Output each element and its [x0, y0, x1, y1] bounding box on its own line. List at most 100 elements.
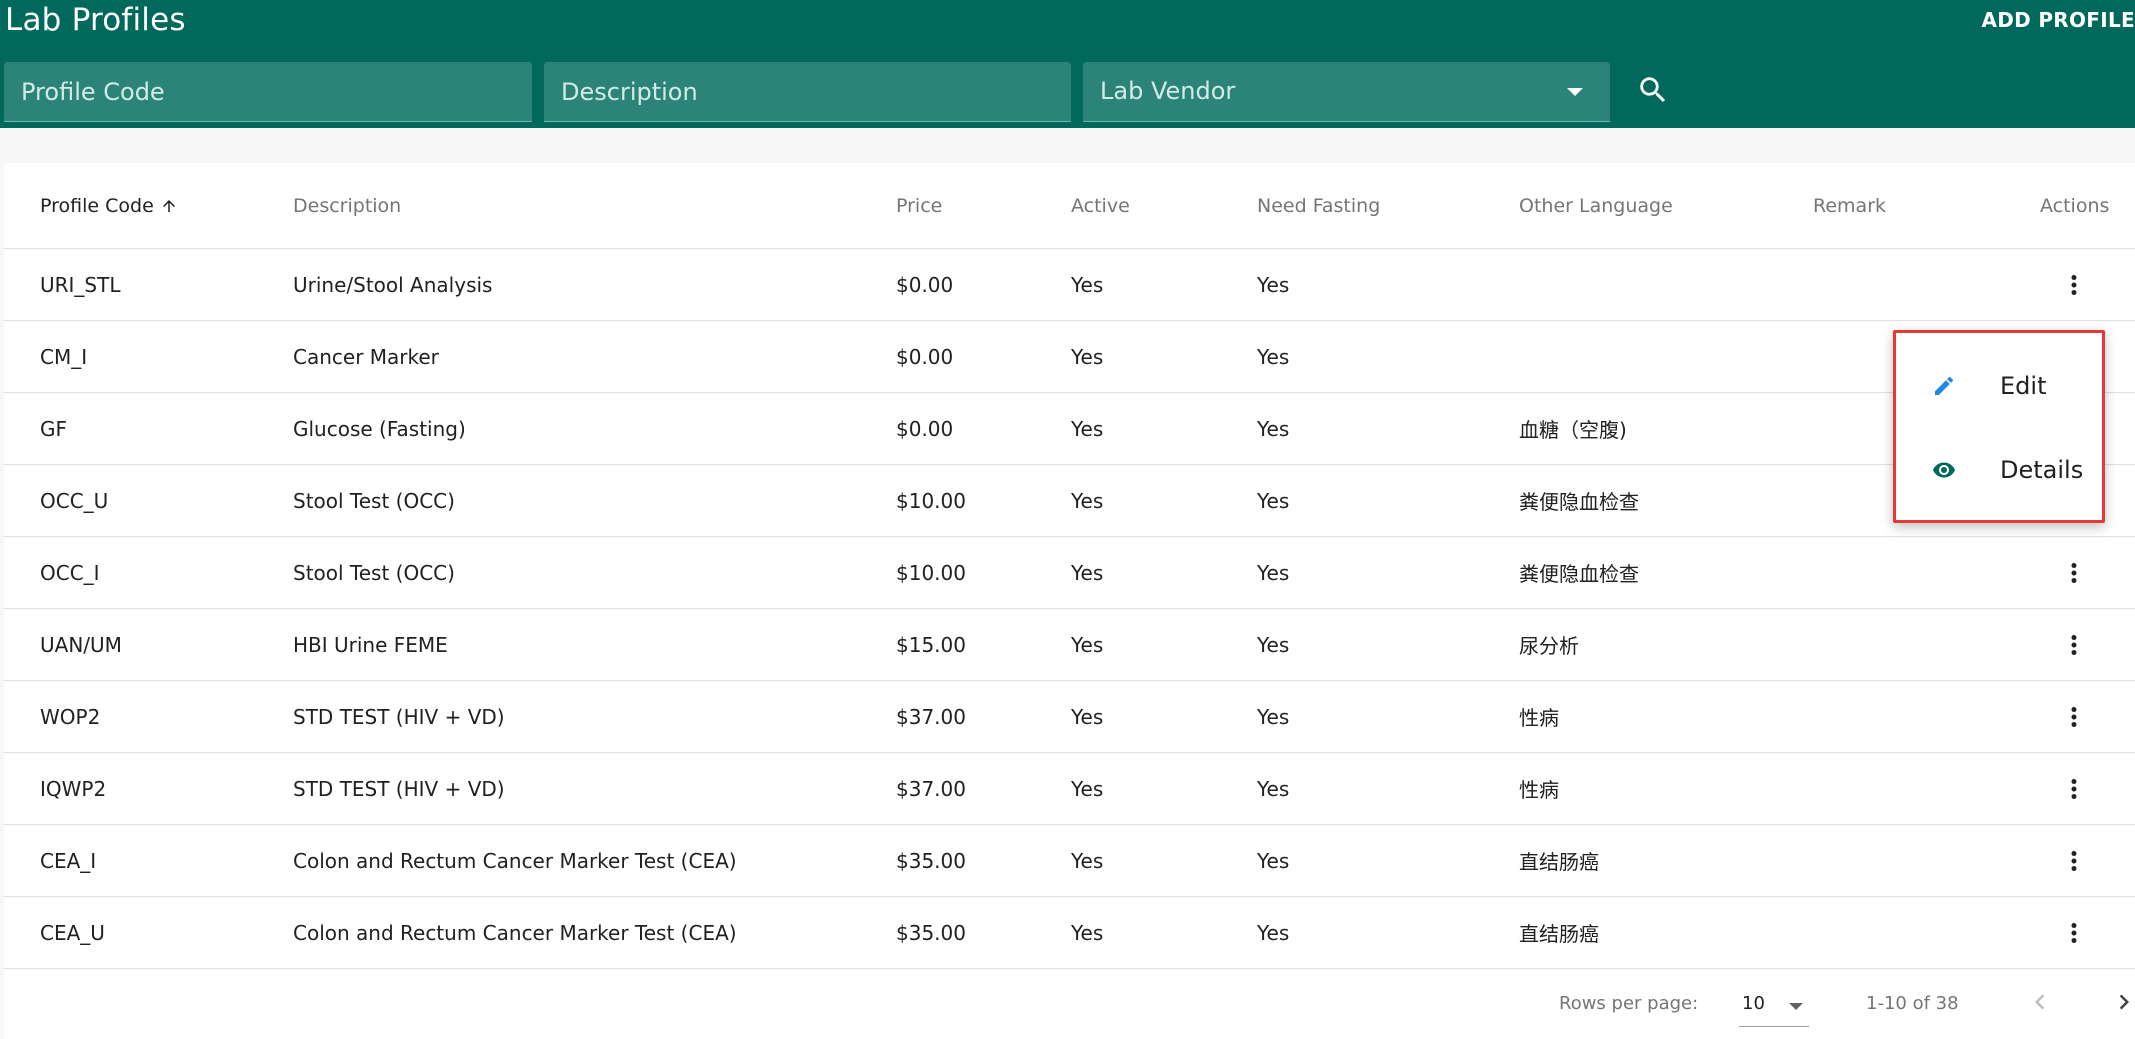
- column-header-description[interactable]: Description: [293, 163, 401, 248]
- cell-active: Yes: [1071, 776, 1104, 801]
- search-button[interactable]: [1632, 70, 1674, 112]
- cell-description: Glucose (Fasting): [293, 416, 466, 441]
- cell-profile-code: IQWP2: [40, 776, 107, 801]
- cell-description: Colon and Rectum Cancer Marker Test (CEA…: [293, 848, 737, 873]
- cell-active: Yes: [1071, 848, 1104, 873]
- description-input[interactable]: [544, 62, 1071, 121]
- sort-ascending-icon: [160, 197, 178, 215]
- rows-per-page-value: 10: [1742, 993, 1765, 1014]
- cell-other-language: 粪便隐血检查: [1519, 562, 1639, 586]
- table-row: CM_I Cancer Marker $0.00 Yes Yes: [4, 321, 2135, 393]
- cell-price: $10.00: [896, 488, 966, 513]
- lab-vendor-label: Lab Vendor: [1100, 77, 1236, 105]
- cell-other-language: 粪便隐血检查: [1519, 490, 1639, 514]
- cell-description: STD TEST (HIV + VD): [293, 704, 505, 729]
- cell-other-language: 直结肠癌: [1519, 922, 1599, 946]
- cell-profile-code: OCC_U: [40, 488, 109, 513]
- cell-active: Yes: [1071, 488, 1104, 513]
- cell-need-fasting: Yes: [1257, 704, 1290, 729]
- more-vert-icon: [2071, 563, 2077, 583]
- cell-price: $37.00: [896, 776, 966, 801]
- next-page-button[interactable]: [2109, 987, 2135, 1017]
- cell-active: Yes: [1071, 920, 1104, 945]
- column-header-active[interactable]: Active: [1071, 163, 1130, 248]
- table-row: GF Glucose (Fasting) $0.00 Yes Yes 血糖（空腹): [4, 393, 2135, 465]
- more-actions-button[interactable]: [2058, 557, 2090, 589]
- more-actions-button[interactable]: [2058, 269, 2090, 301]
- cell-other-language: 血糖（空腹): [1519, 418, 1627, 442]
- table-row: WOP2 STD TEST (HIV + VD) $37.00 Yes Yes 性病: [4, 681, 2135, 753]
- cell-description: Stool Test (OCC): [293, 488, 455, 513]
- cell-profile-code: CM_I: [40, 344, 88, 369]
- cell-other-language: 尿分析: [1519, 634, 1579, 658]
- more-vert-icon: [2071, 707, 2077, 727]
- more-vert-icon: [2071, 851, 2077, 871]
- cell-active: Yes: [1071, 704, 1104, 729]
- cell-need-fasting: Yes: [1257, 488, 1290, 513]
- cell-price: $0.00: [896, 344, 954, 369]
- cell-description: Cancer Marker: [293, 344, 439, 369]
- cell-active: Yes: [1071, 560, 1104, 585]
- cell-description: Stool Test (OCC): [293, 560, 455, 585]
- cell-need-fasting: Yes: [1257, 848, 1290, 873]
- app-header: Lab Profiles ADD PROFILE Lab Vendor: [0, 0, 2135, 128]
- cell-description: HBI Urine FEME: [293, 632, 448, 657]
- table-row: UAN/UM HBI Urine FEME $15.00 Yes Yes 尿分析: [4, 609, 2135, 681]
- table-row: URI_STL Urine/Stool Analysis $0.00 Yes Yes: [4, 249, 2135, 321]
- cell-need-fasting: Yes: [1257, 416, 1290, 441]
- cell-other-language: 性病: [1519, 706, 1559, 730]
- eye-icon: [1933, 462, 1955, 478]
- search-icon: [1640, 76, 1666, 102]
- more-actions-button[interactable]: [2058, 845, 2090, 877]
- row-actions-menu: Edit Details: [1893, 330, 2105, 523]
- cell-profile-code: URI_STL: [40, 272, 121, 297]
- cell-profile-code: OCC_I: [40, 560, 100, 585]
- more-actions-button[interactable]: [2058, 917, 2090, 949]
- menu-item-label: Edit: [2000, 372, 2047, 400]
- rows-per-page-select[interactable]: 10: [1739, 981, 1809, 1027]
- table-row: CEA_I Colon and Rectum Cancer Marker Test…: [4, 825, 2135, 897]
- caret-down-icon: [1567, 88, 1583, 96]
- cell-price: $0.00: [896, 416, 954, 441]
- cell-active: Yes: [1071, 272, 1104, 297]
- previous-page-button[interactable]: [2025, 987, 2055, 1017]
- pencil-icon: [1935, 376, 1954, 395]
- menu-item-details[interactable]: Details: [1896, 430, 2102, 510]
- cell-price: $15.00: [896, 632, 966, 657]
- menu-item-edit[interactable]: Edit: [1896, 346, 2102, 426]
- cell-profile-code: GF: [40, 416, 68, 441]
- more-actions-button[interactable]: [2058, 629, 2090, 661]
- cell-price: $37.00: [896, 704, 966, 729]
- more-actions-button[interactable]: [2058, 701, 2090, 733]
- table-header-row: Profile Code Description Price Active Ne…: [4, 163, 2135, 249]
- cell-price: $35.00: [896, 848, 966, 873]
- column-header-need-fasting[interactable]: Need Fasting: [1257, 163, 1380, 248]
- cell-profile-code: WOP2: [40, 704, 101, 729]
- profile-code-filter[interactable]: [4, 62, 532, 122]
- cell-other-language: 性病: [1519, 778, 1559, 802]
- cell-description: Urine/Stool Analysis: [293, 272, 493, 297]
- chevron-left-icon: [2035, 994, 2045, 1010]
- cell-profile-code: CEA_I: [40, 848, 97, 873]
- cell-description: Colon and Rectum Cancer Marker Test (CEA…: [293, 920, 737, 945]
- profile-code-input[interactable]: [4, 62, 532, 121]
- column-header-profile-code[interactable]: Profile Code: [40, 163, 178, 248]
- cell-need-fasting: Yes: [1257, 560, 1290, 585]
- cell-active: Yes: [1071, 632, 1104, 657]
- page-range-text: 1-10 of 38: [1866, 993, 1959, 1014]
- cell-active: Yes: [1071, 416, 1104, 441]
- lab-vendor-select[interactable]: Lab Vendor: [1083, 62, 1610, 122]
- more-vert-icon: [2071, 779, 2077, 799]
- cell-need-fasting: Yes: [1257, 632, 1290, 657]
- more-vert-icon: [2071, 635, 2077, 655]
- cell-description: STD TEST (HIV + VD): [293, 776, 505, 801]
- column-header-remark[interactable]: Remark: [1813, 163, 1886, 248]
- column-header-price[interactable]: Price: [896, 163, 942, 248]
- description-filter[interactable]: [544, 62, 1071, 122]
- column-header-actions: Actions: [2040, 194, 2110, 217]
- column-header-other-language[interactable]: Other Language: [1519, 163, 1673, 248]
- table-row: IQWP2 STD TEST (HIV + VD) $37.00 Yes Yes 性病: [4, 753, 2135, 825]
- cell-price: $0.00: [896, 272, 954, 297]
- more-actions-button[interactable]: [2058, 773, 2090, 805]
- add-profile-button[interactable]: ADD PROFILE: [1981, 8, 2135, 32]
